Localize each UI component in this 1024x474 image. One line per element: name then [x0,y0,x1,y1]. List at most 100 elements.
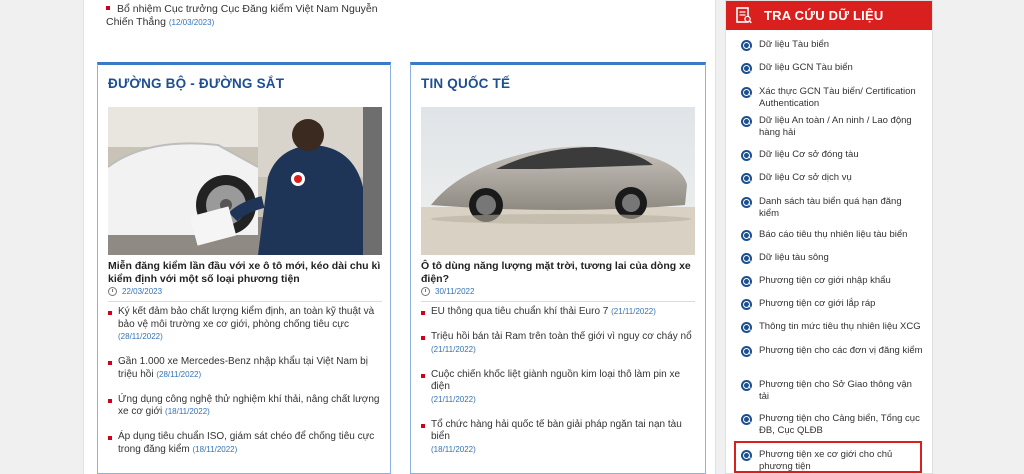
road-rail-lead-date: 22/03/2023 [108,287,162,296]
search-icon [741,230,752,241]
sidebar-item[interactable]: Báo cáo tiêu thụ nhiên liệu tàu biển [726,224,932,247]
bullet-icon [421,336,425,341]
sidebar-item[interactable]: Phương tiện cho các đơn vị đăng kiểm [726,339,932,373]
sidebar-item[interactable]: Dữ liệu Cơ sở dịch vụ [726,167,932,190]
search-icon [741,380,752,391]
sidebar-item[interactable]: Dữ liệu An toàn / An ninh / Lao động hàn… [726,109,932,144]
road-rail-heading[interactable]: ĐƯỜNG BỘ - ĐƯỜNG SẮT [98,65,390,99]
sidebar-item[interactable]: Dữ liệu GCN Tàu biển [726,57,932,80]
sidebar-item[interactable]: Dữ liệu Cơ sở đóng tàu [726,144,932,167]
sidebar-item[interactable]: Dữ liệu Tàu biển [726,34,932,57]
list-item[interactable]: Ứng dụng công nghệ thử nghiệm khí thải, … [108,394,384,419]
news-title[interactable]: Triệu hồi bán tải Ram trên toàn thế giới… [431,331,692,342]
news-date: (18/11/2022) [431,444,476,454]
list-item[interactable]: Áp dụng tiêu chuẩn ISO, giám sát chéo để… [108,431,384,456]
sidebar-item[interactable]: Phương tiện cho Sở Giao thông vận tải [726,373,932,407]
search-icon [741,63,752,74]
clock-icon [108,287,117,296]
search-icon [741,150,752,161]
international-heading[interactable]: TIN QUỐC TẾ [411,65,705,99]
sidebar-item-label[interactable]: Dữ liệu An toàn / An ninh / Lao động hàn… [759,115,912,138]
list-item[interactable]: EU thông qua tiêu chuẩn khí thải Euro 7 … [421,306,697,319]
sidebar-item-label[interactable]: Phương tiện cho Sở Giao thông vận tải [759,379,912,402]
news-title[interactable]: Ký kết đảm bảo chất lượng kiểm định, an … [118,306,374,330]
bullet-icon [421,373,425,378]
international-lead-image[interactable] [421,107,695,255]
search-icon [741,414,752,425]
sidebar-item-label[interactable]: Thông tin mức tiêu thụ nhiên liệu XCG [759,321,921,332]
sidebar-item-label[interactable]: Phương tiện cho các đơn vị đăng kiểm [759,345,923,356]
road-rail-lead-image[interactable] [108,107,382,255]
list-item[interactable]: Triệu hồi bán tải Ram trên toàn thế giới… [421,331,697,356]
sidebar-item[interactable]: Xác thực GCN Tàu biển/ Certification Aut… [726,80,932,109]
sidebar-item[interactable]: Phương tiện cơ giới nhập khẩu [726,270,932,293]
data-lookup-sidebar: TRA CỨU DỮ LIỆU Dữ liệu Tàu biển Dữ liệu… [725,0,933,474]
news-date: (28/11/2022) [156,369,202,379]
top-news-title[interactable]: Bổ nhiệm Cục trưởng Cục Đăng kiểm Việt N… [106,3,378,28]
news-date: (21/11/2022) [611,307,656,316]
news-title[interactable]: Cuộc chiến khốc liệt giành nguồn kim loạ… [431,369,680,393]
divider [421,301,695,302]
sidebar-item-label[interactable]: Dữ liệu Cơ sở đóng tàu [759,149,859,160]
sidebar-title: TRA CỨU DỮ LIỆU [764,8,884,23]
road-rail-lead-title[interactable]: Miễn đăng kiểm lần đầu với xe ô tô mới, … [108,260,384,286]
sidebar-item-label[interactable]: Dữ liệu Tàu biển [759,39,829,50]
main-content: Bổ nhiệm Cục trưởng Cục Đăng kiểm Việt N… [83,0,716,474]
road-rail-section: ĐƯỜNG BỘ - ĐƯỜNG SẮT Miễn đăng kiểm lần … [97,62,391,474]
bullet-icon [108,361,112,366]
search-icon [741,40,752,51]
lead-date-text: 30/11/2022 [435,287,475,296]
sidebar-item[interactable]: Dữ liệu tàu sông [726,247,932,270]
bullet-icon [106,6,110,11]
list-item[interactable]: Ký kết đảm bảo chất lượng kiểm định, an … [108,306,384,344]
news-date: (18/11/2022) [192,444,238,454]
lead-date-text: 22/03/2023 [122,287,163,296]
search-icon [741,299,752,310]
search-icon [741,346,752,357]
sidebar-item[interactable]: Danh sách tàu biển quá hạn đăng kiểm [726,190,932,224]
bullet-icon [108,311,112,315]
international-news-list: EU thông qua tiêu chuẩn khí thải Euro 7 … [421,306,697,469]
sidebar-item[interactable]: Phương tiện cơ giới lắp ráp [726,293,932,316]
sidebar-item-label[interactable]: Dữ liệu tàu sông [759,252,829,263]
search-icon [741,253,752,264]
sidebar-item-label[interactable]: Báo cáo tiêu thụ nhiên liệu tàu biển [759,229,907,240]
list-item[interactable]: Gần 1.000 xe Mercedes-Benz nhập khẩu tại… [108,356,384,381]
search-icon [741,87,752,98]
clock-icon [421,287,430,296]
sidebar-item[interactable]: Phương tiện cho Cảng biển, Tổng cục ĐB, … [726,407,932,442]
news-date: (28/11/2022) [118,332,163,341]
sidebar-item-label[interactable]: Dữ liệu GCN Tàu biển [759,62,853,73]
document-search-icon [736,7,752,24]
news-date: (21/11/2022) [431,394,476,404]
international-lead-date: 30/11/2022 [421,287,474,296]
page: Bổ nhiệm Cục trưởng Cục Đăng kiểm Việt N… [0,0,1024,474]
news-title[interactable]: Tổ chức hàng hải quốc tế bàn giải pháp n… [431,419,682,443]
bullet-icon [108,436,112,441]
news-title[interactable]: Ứng dụng công nghệ thử nghiệm khí thải, … [118,394,379,418]
top-news-item[interactable]: Bổ nhiệm Cục trưởng Cục Đăng kiểm Việt N… [106,3,396,29]
international-lead-title[interactable]: Ô tô dùng năng lượng mặt trời, tương lai… [421,260,697,286]
news-title[interactable]: Áp dụng tiêu chuẩn ISO, giám sát chéo để… [118,431,374,455]
bullet-icon [421,423,425,428]
sidebar-item-label[interactable]: Phương tiện cho Cảng biển, Tổng cục ĐB, … [759,413,920,436]
news-date: (21/11/2022) [431,344,476,354]
bullet-icon [108,398,112,403]
sidebar-item-label[interactable]: Xác thực GCN Tàu biển/ Certification Aut… [759,86,916,109]
sidebar-item-label[interactable]: Phương tiện cơ giới lắp ráp [759,298,875,309]
sidebar-item-label[interactable]: Danh sách tàu biển quá hạn đăng kiểm [759,196,902,219]
search-icon [741,116,752,127]
sidebar-item[interactable]: Thông tin mức tiêu thụ nhiên liệu XCG [726,316,932,339]
search-icon [741,173,752,184]
highlight-box [734,441,922,473]
list-item[interactable]: Tổ chức hàng hải quốc tế bàn giải pháp n… [421,419,697,457]
road-rail-news-list: Ký kết đảm bảo chất lượng kiểm định, an … [108,306,384,469]
sidebar-item-label[interactable]: Phương tiện cơ giới nhập khẩu [759,275,891,286]
news-title[interactable]: EU thông qua tiêu chuẩn khí thải Euro 7 [431,306,608,317]
search-icon [741,276,752,287]
search-icon [741,322,752,333]
list-item[interactable]: Cuộc chiến khốc liệt giành nguồn kim loạ… [421,369,697,407]
sidebar-header: TRA CỨU DỮ LIỆU [726,1,932,30]
sidebar-item-label[interactable]: Dữ liệu Cơ sở dịch vụ [759,172,852,183]
bullet-icon [421,311,425,315]
